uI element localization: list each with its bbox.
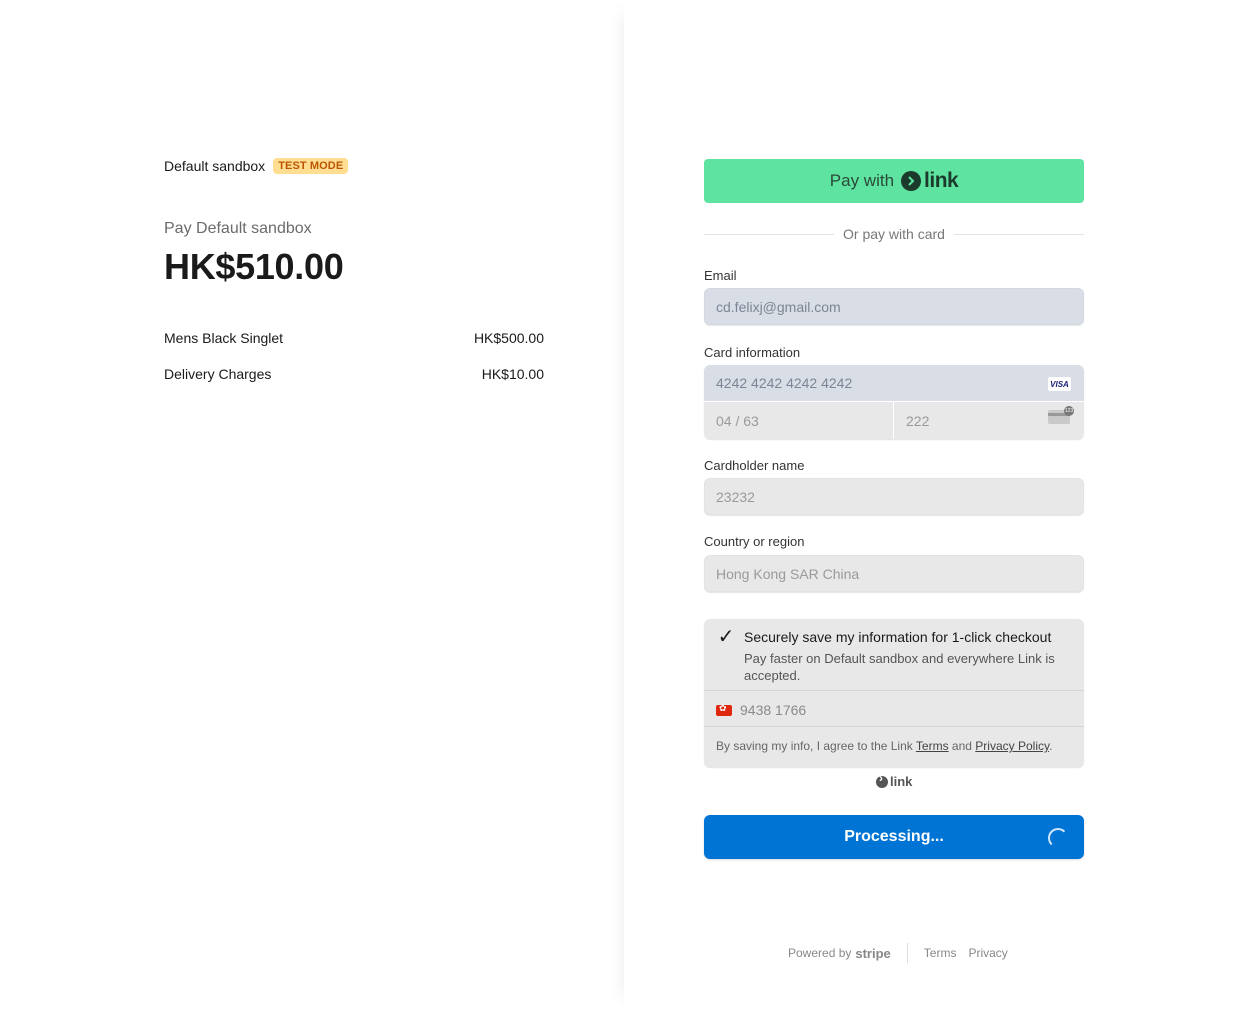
processing-button[interactable]: Processing... bbox=[704, 815, 1084, 859]
cvc-card-icon: 123 bbox=[1048, 406, 1074, 424]
pay-with-label: Pay with bbox=[829, 171, 895, 190]
footer-terms-link[interactable]: Terms bbox=[924, 946, 957, 960]
card-cvc-field[interactable]: 222 123 bbox=[894, 402, 1084, 439]
card-number-value: 4242 4242 4242 4242 bbox=[716, 375, 853, 391]
spinner-icon bbox=[1048, 828, 1068, 848]
footer-privacy-link[interactable]: Privacy bbox=[968, 946, 1007, 960]
link-brand-small: link bbox=[876, 771, 913, 789]
line-item: Delivery Charges HK$10.00 bbox=[164, 366, 544, 402]
link-brand-small-text: link bbox=[890, 774, 913, 789]
pay-with-link-button[interactable]: Pay with link bbox=[704, 159, 1084, 203]
total-amount: HK$510.00 bbox=[164, 246, 344, 287]
link-legal-text: By saving my info, I agree to the Link T… bbox=[716, 739, 1052, 753]
save-info-box: ✓ Securely save my information for 1-cli… bbox=[704, 619, 1084, 767]
order-summary-pane bbox=[0, 0, 624, 1009]
powered-by-label: Powered by bbox=[788, 946, 852, 960]
card-cvc-value: 222 bbox=[906, 412, 930, 429]
card-number-field[interactable]: 4242 4242 4242 4242 VISA bbox=[704, 365, 1084, 401]
hong-kong-flag-icon bbox=[716, 703, 732, 716]
email-field[interactable]: cd.felixj@gmail.com bbox=[704, 288, 1084, 325]
email-label: Email bbox=[704, 268, 737, 283]
link-terms-link[interactable]: Terms bbox=[916, 739, 949, 753]
divider-line bbox=[704, 233, 835, 235]
country-label: Country or region bbox=[704, 534, 805, 549]
footer: Powered by stripe Terms Privacy bbox=[788, 943, 1020, 963]
card-expiry-field[interactable]: 04 / 63 bbox=[704, 402, 893, 439]
line-items: Mens Black Singlet HK$500.00 Delivery Ch… bbox=[164, 330, 544, 402]
save-info-title: Securely save my information for 1-click… bbox=[744, 629, 1052, 645]
test-mode-badge: TEST MODE bbox=[273, 158, 349, 174]
visa-icon: VISA bbox=[1048, 377, 1071, 391]
divider-text: Or pay with card bbox=[843, 226, 945, 242]
pay-label: Pay Default sandbox bbox=[164, 220, 312, 237]
merchant-header: Default sandbox TEST MODE bbox=[164, 158, 349, 174]
phone-value: 9438 1766 bbox=[740, 702, 807, 718]
save-info-checkbox[interactable]: ✓ bbox=[716, 627, 736, 647]
save-divider bbox=[704, 726, 1084, 727]
card-information-group: 4242 4242 4242 4242 VISA 04 / 63 222 123 bbox=[704, 365, 1084, 439]
processing-label: Processing... bbox=[844, 828, 944, 845]
merchant-name: Default sandbox bbox=[164, 158, 266, 174]
legal-and: and bbox=[951, 739, 972, 753]
legal-period: . bbox=[1049, 739, 1053, 753]
or-divider: Or pay with card bbox=[704, 226, 1084, 242]
link-logo-icon bbox=[901, 171, 922, 191]
line-item-price: HK$500.00 bbox=[473, 330, 544, 346]
cardholder-name-field[interactable]: 23232 bbox=[704, 478, 1084, 515]
save-divider bbox=[704, 690, 1084, 691]
line-item-name: Mens Black Singlet bbox=[164, 330, 284, 346]
cardholder-label: Cardholder name bbox=[704, 458, 805, 473]
link-privacy-link[interactable]: Privacy Policy bbox=[975, 739, 1049, 753]
line-item-price: HK$10.00 bbox=[481, 366, 544, 382]
card-info-label: Card information bbox=[704, 345, 801, 360]
phone-field[interactable]: 9438 1766 bbox=[716, 702, 806, 718]
save-info-description: Pay faster on Default sandbox and everyw… bbox=[744, 651, 1055, 683]
link-logo-icon bbox=[876, 771, 888, 788]
legal-prefix: By saving my info, I agree to the Link bbox=[716, 739, 913, 753]
line-item: Mens Black Singlet HK$500.00 bbox=[164, 330, 544, 366]
footer-divider bbox=[906, 943, 908, 963]
country-select[interactable]: Hong Kong SAR China bbox=[704, 555, 1084, 592]
line-item-name: Delivery Charges bbox=[164, 366, 272, 382]
link-brand-text: link bbox=[924, 169, 959, 192]
divider-line bbox=[953, 233, 1084, 235]
stripe-logo[interactable]: stripe bbox=[855, 946, 890, 961]
